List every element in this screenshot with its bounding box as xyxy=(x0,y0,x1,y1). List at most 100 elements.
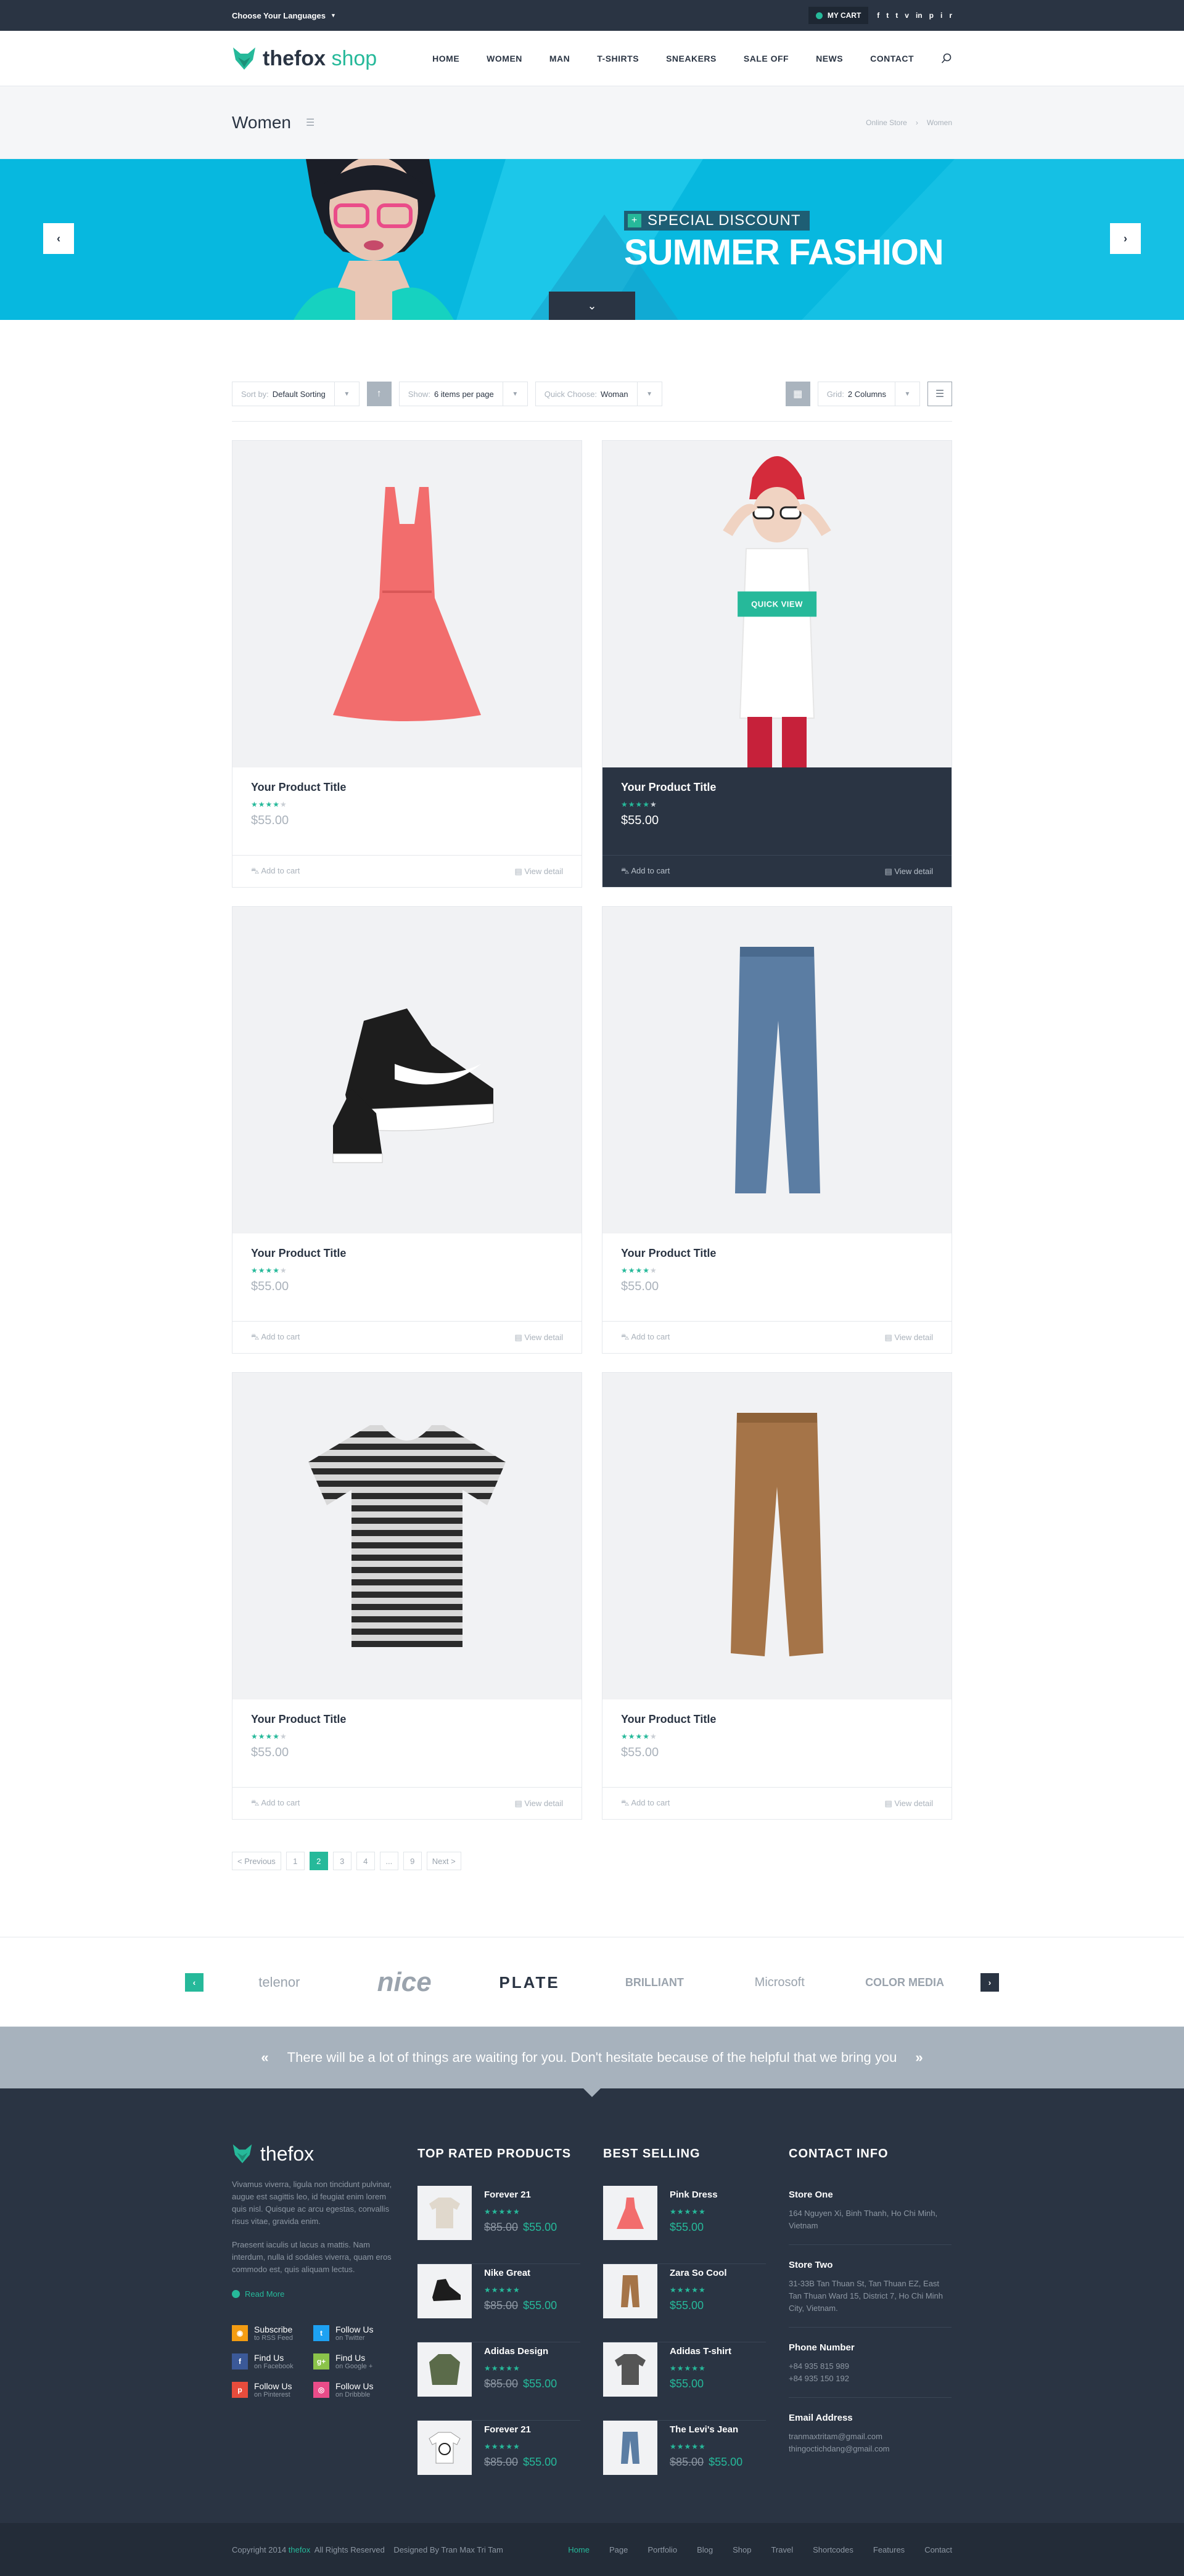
footer-product[interactable]: Zara So Cool ★★★★★ $55.00 xyxy=(603,2264,766,2342)
product-card[interactable]: QUICK VIEW Your Product Title ★★★★★ $55.… xyxy=(602,440,952,888)
rss-icon[interactable]: r xyxy=(949,11,952,20)
footer-product[interactable]: The Levi's Jean ★★★★★ $85.00 $55.00 xyxy=(603,2421,766,2499)
product-image[interactable] xyxy=(232,441,582,767)
menu-icon[interactable]: ☰ xyxy=(306,117,314,129)
pagination-previous[interactable]: < Previous xyxy=(232,1852,281,1870)
pagination-page[interactable]: 3 xyxy=(332,1852,352,1870)
footer-social-rss[interactable]: ◉ Subscribe to RSS Feed xyxy=(232,2325,313,2342)
footer-product[interactable]: Pink Dress ★★★★★ $55.00 xyxy=(603,2186,766,2264)
quick-view-button[interactable]: QUICK VIEW xyxy=(738,591,816,617)
search-icon[interactable] xyxy=(941,53,952,64)
footer-nav-page[interactable]: Page xyxy=(609,2545,628,2554)
facebook-icon[interactable]: f xyxy=(877,11,879,20)
footer-nav-contact[interactable]: Contact xyxy=(924,2545,952,2554)
brand-logo[interactable]: nice xyxy=(355,1967,454,1998)
nav-news[interactable]: NEWS xyxy=(816,54,843,63)
product-card[interactable]: Your Product Title ★★★★★ $55.00 ⛍ Add to… xyxy=(232,440,582,888)
footer-product[interactable]: Adidas T-shirt ★★★★★ $55.00 xyxy=(603,2342,766,2421)
add-to-cart-button[interactable]: ⛍ Add to cart xyxy=(251,1332,300,1343)
footer-nav-features[interactable]: Features xyxy=(873,2545,905,2554)
breadcrumb-online-store[interactable]: Online Store xyxy=(866,118,907,127)
product-image[interactable] xyxy=(232,1373,582,1699)
footer-nav-travel[interactable]: Travel xyxy=(771,2545,793,2554)
product-image[interactable]: QUICK VIEW xyxy=(602,441,952,767)
product-image[interactable] xyxy=(232,907,582,1233)
pinterest-icon[interactable]: p xyxy=(929,11,934,20)
banner-prev-button[interactable]: ‹ xyxy=(43,223,74,254)
product-card[interactable]: Your Product Title ★★★★★ $55.00 ⛍ Add to… xyxy=(602,906,952,1354)
instagram-icon[interactable]: i xyxy=(940,11,942,20)
pagination-next[interactable]: Next > xyxy=(426,1852,461,1870)
add-to-cart-button[interactable]: ⛍ Add to cart xyxy=(251,1798,300,1809)
product-title[interactable]: Your Product Title xyxy=(251,1713,563,1726)
twitter-icon[interactable]: t xyxy=(886,11,889,20)
product-title[interactable]: Your Product Title xyxy=(621,1713,933,1726)
copyright-brand[interactable]: thefox xyxy=(289,2545,310,2554)
product-card[interactable]: Your Product Title ★★★★★ $55.00 ⛍ Add to… xyxy=(602,1372,952,1820)
grid-columns-select[interactable]: Grid: 2 Columns ▼ xyxy=(817,382,920,406)
footer-product[interactable]: Adidas Design ★★★★★ $85.00 $55.00 xyxy=(417,2342,580,2421)
pagination-page-current[interactable]: 2 xyxy=(309,1852,328,1870)
brand-logo[interactable]: BRILLIANT xyxy=(605,1976,704,1989)
language-selector[interactable]: Choose Your Languages ▼ xyxy=(232,11,336,20)
pagination-page[interactable]: 9 xyxy=(403,1852,422,1870)
view-detail-button[interactable]: ▤ View detail xyxy=(884,1799,933,1809)
add-to-cart-button[interactable]: ⛍ Add to cart xyxy=(251,866,300,877)
my-cart-button[interactable]: MY CART xyxy=(808,7,869,24)
product-title[interactable]: Your Product Title xyxy=(621,1247,933,1260)
product-title[interactable]: Your Product Title xyxy=(251,1247,563,1260)
footer-nav-blog[interactable]: Blog xyxy=(697,2545,713,2554)
view-detail-button[interactable]: ▤ View detail xyxy=(514,1799,563,1809)
footer-social-pinterest[interactable]: p Follow Us on Pinterest xyxy=(232,2381,313,2398)
footer-social-dribbble[interactable]: ◎ Follow Us on Dribbble xyxy=(313,2381,395,2398)
product-image[interactable] xyxy=(602,907,952,1233)
nav-man[interactable]: MAN xyxy=(549,54,570,63)
logo[interactable]: thefox shop xyxy=(232,46,377,71)
footer-social-facebook[interactable]: f Find Us on Facebook xyxy=(232,2353,313,2370)
footer-social-twitter[interactable]: t Follow Us on Twitter xyxy=(313,2325,395,2342)
brand-logo[interactable]: PLATE xyxy=(480,1973,579,1992)
product-title[interactable]: Your Product Title xyxy=(251,781,563,794)
product-title[interactable]: Your Product Title xyxy=(621,781,933,794)
brand-logo[interactable]: Microsoft xyxy=(730,1976,829,1990)
vimeo-icon[interactable]: v xyxy=(905,11,909,20)
tumblr-icon[interactable]: t xyxy=(895,11,898,20)
footer-nav-home[interactable]: Home xyxy=(568,2545,590,2554)
brand-logo[interactable]: COLOR MEDIA xyxy=(855,1976,954,1989)
product-card[interactable]: Your Product Title ★★★★★ $55.00 ⛍ Add to… xyxy=(232,906,582,1354)
banner-next-button[interactable]: › xyxy=(1110,223,1141,254)
scroll-down-button[interactable]: ⌄ xyxy=(549,292,635,320)
brand-logo[interactable]: telenor xyxy=(230,1974,329,1990)
view-detail-button[interactable]: ▤ View detail xyxy=(884,1333,933,1343)
view-detail-button[interactable]: ▤ View detail xyxy=(514,1333,563,1343)
sort-direction-button[interactable]: ↑ xyxy=(366,382,392,406)
footer-product[interactable]: Forever 21 ★★★★★ $85.00 $55.00 xyxy=(417,2186,580,2264)
nav-home[interactable]: HOME xyxy=(432,54,459,63)
read-more-link[interactable]: Read More xyxy=(232,2289,395,2299)
nav-contact[interactable]: CONTACT xyxy=(870,54,914,63)
view-detail-button[interactable]: ▤ View detail xyxy=(884,867,933,877)
pagination-page[interactable]: 4 xyxy=(356,1852,375,1870)
add-to-cart-button[interactable]: ⛍ Add to cart xyxy=(621,1332,670,1343)
contact-value[interactable]: tranmaxtritam@gmail.com thingoctichdang@… xyxy=(789,2431,952,2455)
pagination-page[interactable]: 1 xyxy=(286,1852,305,1870)
nav-sale-off[interactable]: SALE OFF xyxy=(744,54,789,63)
add-to-cart-button[interactable]: ⛍ Add to cart xyxy=(621,1798,670,1809)
footer-social-google[interactable]: g+ Find Us on Google + xyxy=(313,2353,395,2370)
footer-product[interactable]: Nike Great ★★★★★ $85.00 $55.00 xyxy=(417,2264,580,2342)
footer-product[interactable]: Forever 21 ★★★★★ $85.00 $55.00 xyxy=(417,2421,580,2499)
add-to-cart-button[interactable]: ⛍ Add to cart xyxy=(621,866,670,877)
grid-view-button[interactable]: ▦ xyxy=(785,382,810,406)
footer-nav-shop[interactable]: Shop xyxy=(733,2545,751,2554)
footer-nav-portfolio[interactable]: Portfolio xyxy=(648,2545,677,2554)
footer-nav-shortcodes[interactable]: Shortcodes xyxy=(813,2545,853,2554)
list-view-button[interactable]: ☰ xyxy=(927,382,952,406)
linkedin-icon[interactable]: in xyxy=(916,11,923,20)
nav-sneakers[interactable]: SNEAKERS xyxy=(666,54,717,63)
show-select[interactable]: Show: 6 items per page ▼ xyxy=(398,382,528,406)
sort-select[interactable]: Sort by: Default Sorting ▼ xyxy=(232,382,360,406)
product-card[interactable]: Your Product Title ★★★★★ $55.00 ⛍ Add to… xyxy=(232,1372,582,1820)
brands-next-button[interactable]: › xyxy=(980,1973,999,1992)
view-detail-button[interactable]: ▤ View detail xyxy=(514,867,563,877)
product-image[interactable] xyxy=(602,1373,952,1699)
